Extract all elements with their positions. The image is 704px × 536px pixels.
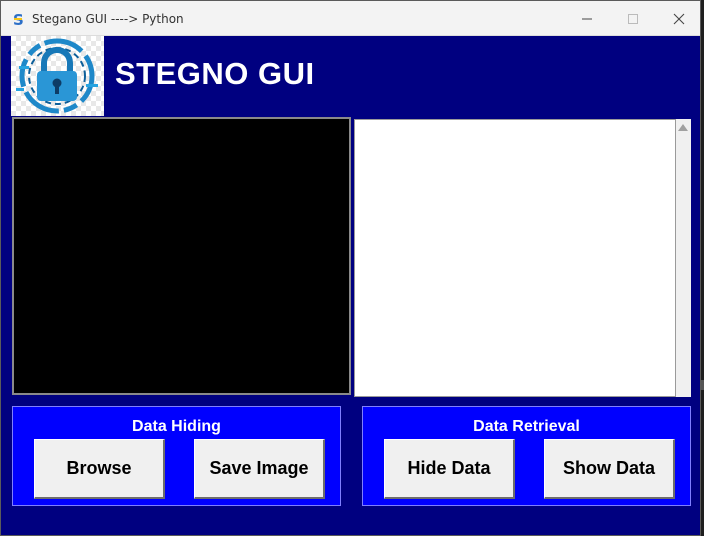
save-image-button[interactable]: Save Image xyxy=(194,439,325,499)
minimize-icon xyxy=(582,18,592,19)
data-retrieval-panel: Data Retrieval Hide Data Show Data xyxy=(362,406,691,506)
minimize-button[interactable] xyxy=(564,1,610,36)
message-text-area[interactable] xyxy=(354,119,676,397)
hide-data-button[interactable]: Hide Data xyxy=(384,439,515,499)
app-window: S Stegano GUI ----> Python STEGNO GUI Da… xyxy=(0,0,701,536)
data-hiding-panel: Data Hiding Browse Save Image xyxy=(12,406,341,506)
image-preview xyxy=(12,117,351,395)
data-hiding-label: Data Hiding xyxy=(132,418,221,435)
close-icon xyxy=(673,13,685,24)
show-data-button[interactable]: Show Data xyxy=(544,439,675,499)
data-retrieval-label: Data Retrieval xyxy=(473,418,580,435)
scroll-up-arrow-icon[interactable] xyxy=(678,124,688,131)
maximize-icon xyxy=(628,13,638,24)
title-bar[interactable]: S Stegano GUI ----> Python xyxy=(1,1,700,36)
maximize-button[interactable] xyxy=(610,1,656,36)
app-heading: STEGNO GUI xyxy=(115,56,315,91)
padlock-icon xyxy=(16,38,98,114)
padlock-logo xyxy=(11,36,104,116)
window-title: Stegano GUI ----> Python xyxy=(32,12,184,26)
python-s-icon: S xyxy=(13,11,24,27)
browse-button[interactable]: Browse xyxy=(34,439,165,499)
close-button[interactable] xyxy=(656,1,702,36)
text-scrollbar[interactable] xyxy=(676,119,691,397)
header: STEGNO GUI xyxy=(11,36,691,116)
